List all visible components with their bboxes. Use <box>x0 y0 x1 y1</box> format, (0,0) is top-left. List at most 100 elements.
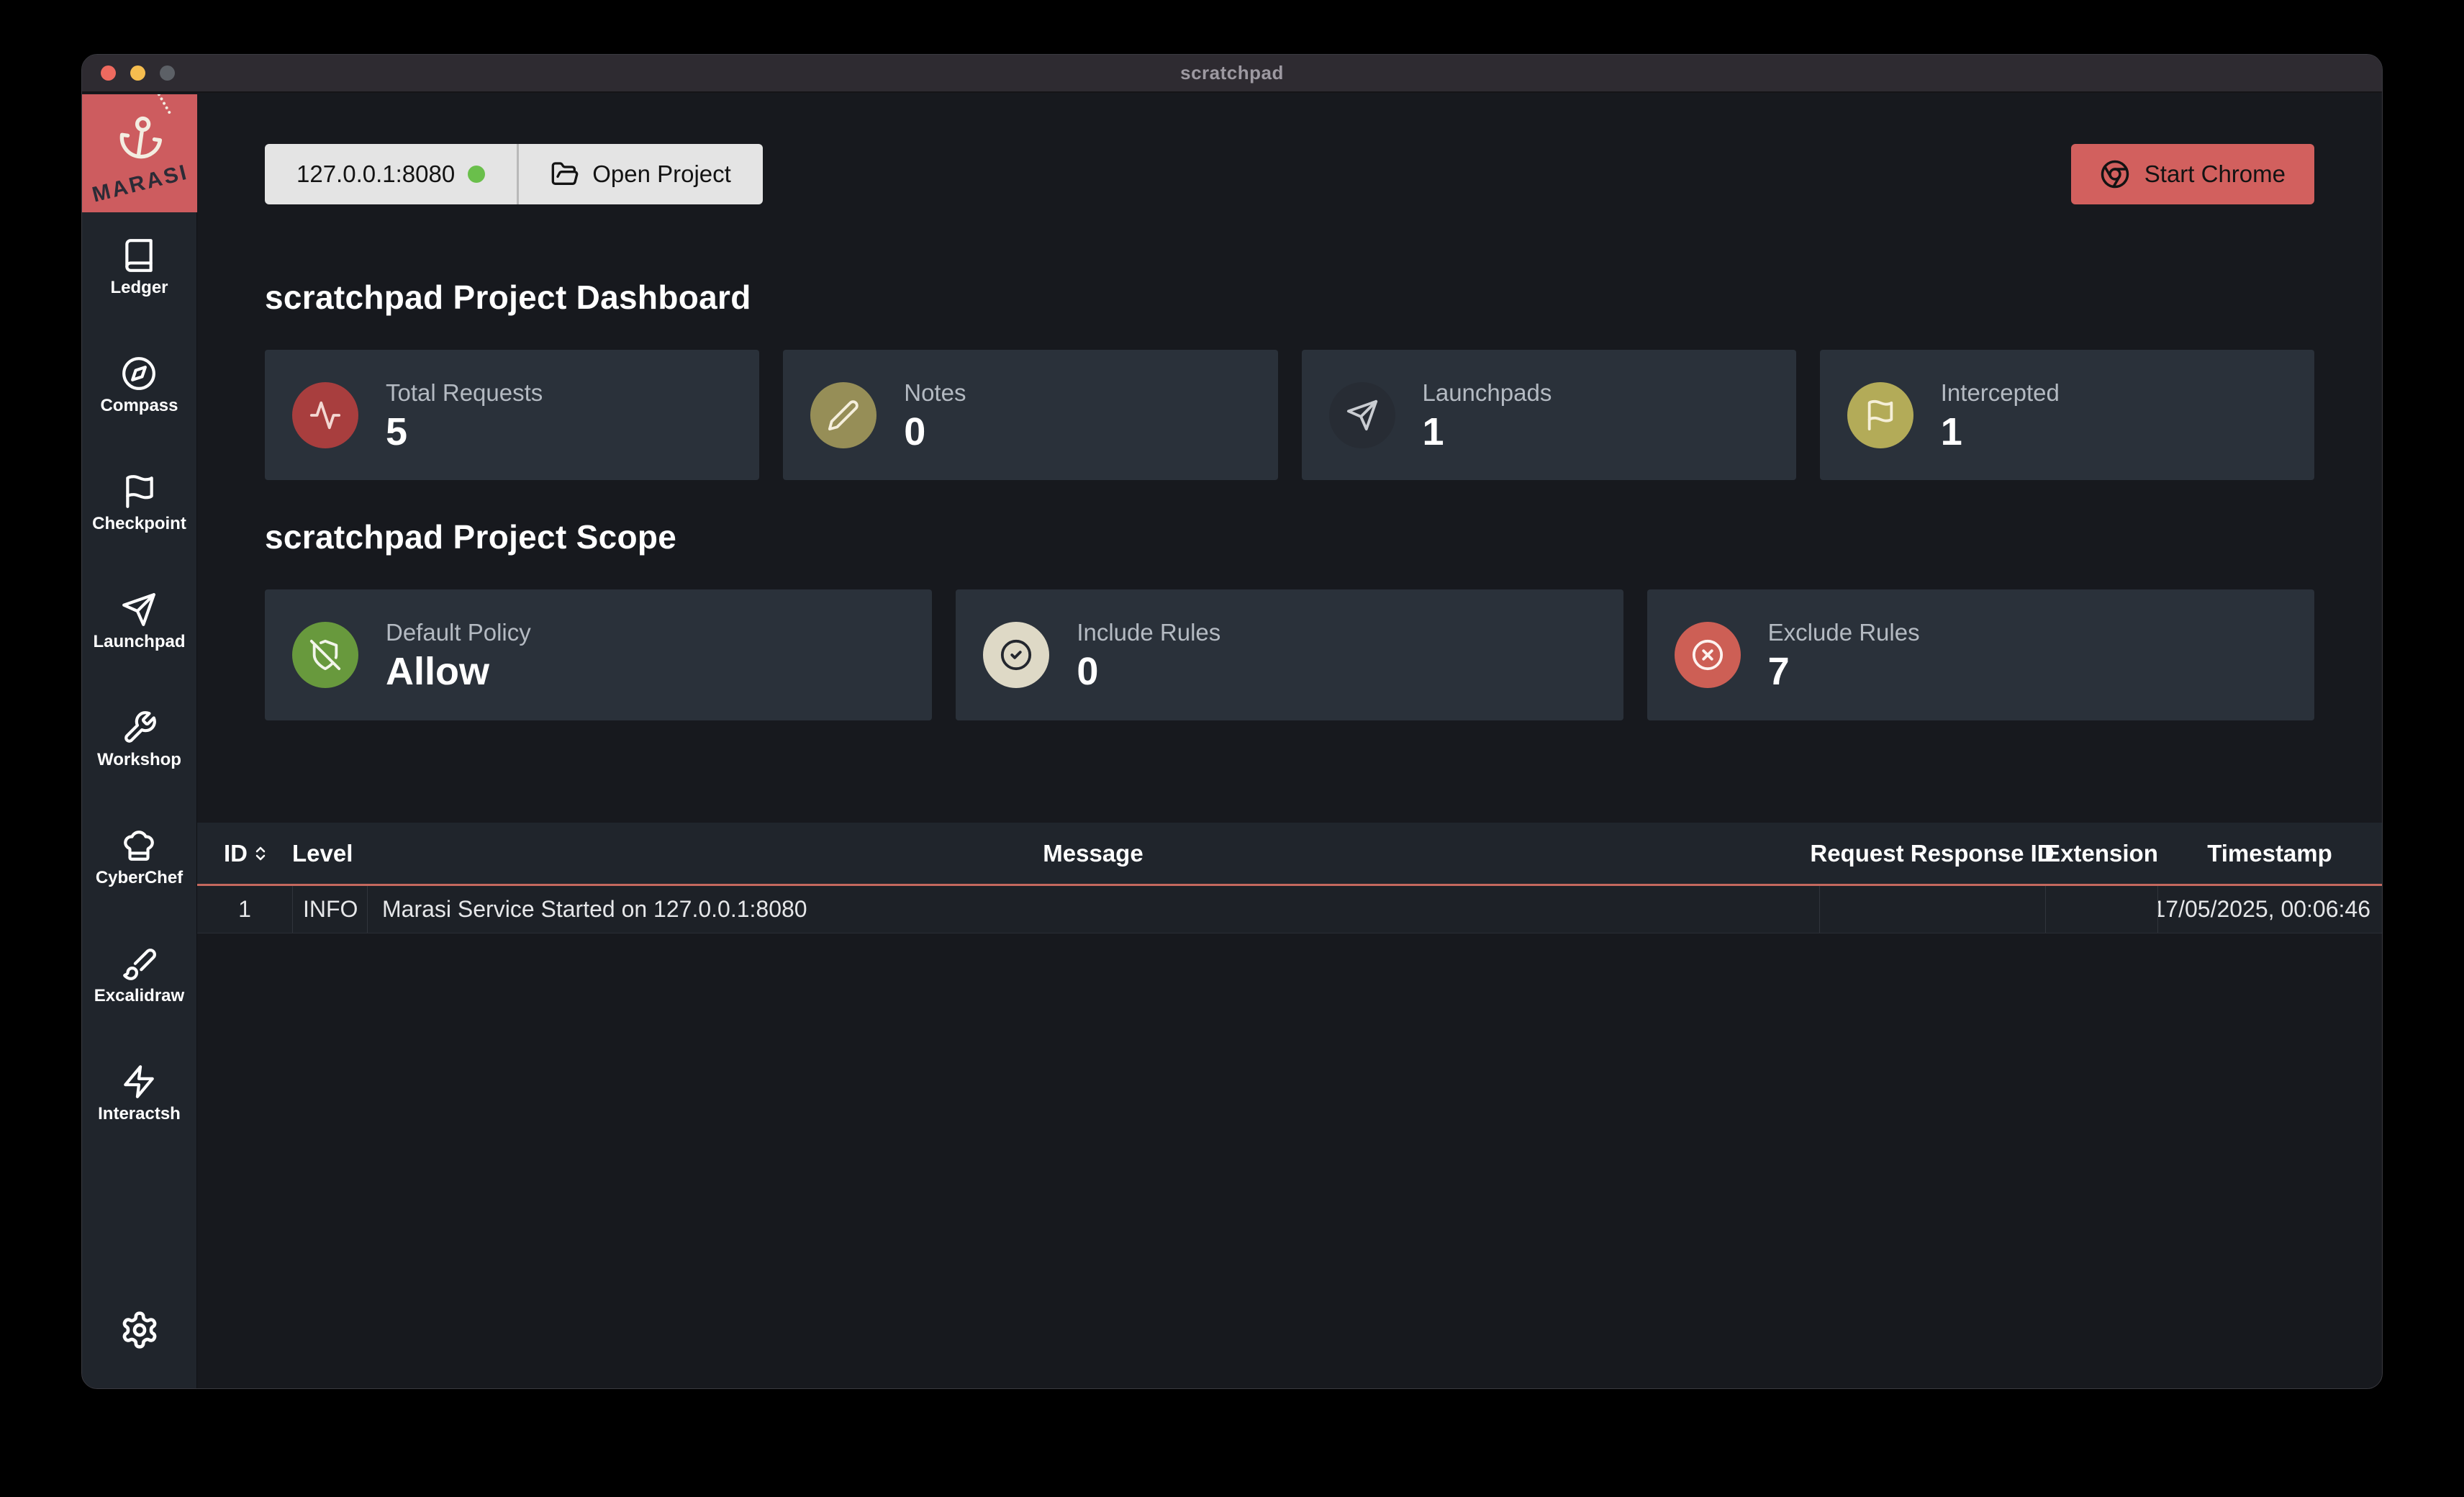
column-header-id[interactable]: ID <box>197 823 292 884</box>
status-dot <box>468 166 485 183</box>
sidebar-item-label: Launchpad <box>93 632 185 652</box>
stat-label: Include Rules <box>1077 619 1220 646</box>
paintbrush-icon <box>122 946 158 982</box>
cell-message: Marasi Service Started on 127.0.0.1:8080 <box>367 886 1819 933</box>
marasi-logo: MARASI <box>82 94 197 212</box>
stat-label: Default Policy <box>386 619 531 646</box>
circle-x-icon <box>1691 638 1724 671</box>
settings-button[interactable] <box>119 1310 160 1354</box>
stat-value: 0 <box>1077 652 1220 691</box>
stat-label: Exclude Rules <box>1768 619 1920 646</box>
sidebar-item-excalidraw[interactable]: Excalidraw <box>94 946 184 1006</box>
column-header-extension: Extension <box>2045 823 2157 884</box>
sidebar-item-ledger[interactable]: Ledger <box>110 238 168 298</box>
folder-open-icon <box>551 160 579 189</box>
cell-level: INFO <box>292 886 367 933</box>
stat-icon-circle <box>810 382 877 448</box>
sidebar-item-label: Excalidraw <box>94 986 184 1006</box>
sidebar-item-label: Compass <box>100 396 178 416</box>
stat-card-launchpads: Launchpads 1 <box>1302 350 1796 480</box>
minimize-button[interactable] <box>130 65 145 81</box>
sidebar-item-label: Ledger <box>110 278 168 298</box>
proxy-address-control: 127.0.0.1:8080 Open Project <box>265 144 763 204</box>
stat-label: Launchpads <box>1423 379 1552 407</box>
sidebar-item-label: CyberChef <box>96 868 183 888</box>
start-chrome-button[interactable]: Start Chrome <box>2071 144 2314 204</box>
dashboard-stats: Total Requests 5 Notes 0 <box>265 350 2314 480</box>
sidebar-item-checkpoint[interactable]: Checkpoint <box>92 474 186 534</box>
stat-label: Total Requests <box>386 379 543 407</box>
dashboard-title: scratchpad Project Dashboard <box>265 278 2314 317</box>
stat-value: 0 <box>904 412 966 451</box>
stat-label: Notes <box>904 379 966 407</box>
stat-value: Allow <box>386 652 531 691</box>
sidebar-item-interactsh[interactable]: Interactsh <box>98 1064 181 1124</box>
scope-stats: Default Policy Allow Include Rules 0 <box>265 589 2314 720</box>
stat-card-notes: Notes 0 <box>783 350 1277 480</box>
stat-icon-circle <box>1675 622 1741 688</box>
table-row[interactable]: 1 INFO Marasi Service Started on 127.0.0… <box>197 886 2382 933</box>
column-header-message: Message <box>367 823 1819 884</box>
sidebar-item-cyberchef[interactable]: CyberChef <box>96 828 183 888</box>
cell-request-response-id <box>1819 886 2045 933</box>
column-header-request-response-id: Request Response ID <box>1819 823 2045 884</box>
main-content: 127.0.0.1:8080 Open Project Start Chrome… <box>197 94 2382 1388</box>
sidebar-item-launchpad[interactable]: Launchpad <box>93 592 185 652</box>
open-project-label: Open Project <box>592 160 731 188</box>
stat-icon-circle <box>983 622 1049 688</box>
proxy-address-text: 127.0.0.1:8080 <box>296 160 455 188</box>
log-table: ID Level Message Request Response ID Ext… <box>197 823 2382 933</box>
gear-icon <box>119 1310 160 1350</box>
pencil-icon <box>827 399 860 432</box>
stat-label: Intercepted <box>1941 379 2060 407</box>
proxy-address[interactable]: 127.0.0.1:8080 <box>265 144 517 204</box>
anchor-icon <box>113 101 168 173</box>
shield-off-icon <box>309 638 342 671</box>
cell-extension <box>2045 886 2157 933</box>
start-chrome-label: Start Chrome <box>2144 160 2286 188</box>
book-icon <box>121 238 157 273</box>
compass-icon <box>121 356 157 392</box>
traffic-lights <box>101 55 175 91</box>
sort-icon <box>252 845 269 862</box>
open-project-button[interactable]: Open Project <box>519 144 763 204</box>
sidebar-item-compass[interactable]: Compass <box>100 356 178 416</box>
window-title: scratchpad <box>1180 62 1284 84</box>
topbar: 127.0.0.1:8080 Open Project Start Chrome <box>265 144 2314 204</box>
stat-icon-circle <box>1329 382 1395 448</box>
stat-icon-circle <box>1847 382 1913 448</box>
activity-icon <box>309 399 342 432</box>
stat-card-total-requests: Total Requests 5 <box>265 350 759 480</box>
wrench-icon <box>122 710 158 746</box>
stat-card-include-rules: Include Rules 0 <box>956 589 1623 720</box>
sidebar-item-workshop[interactable]: Workshop <box>97 710 181 770</box>
chef-hat-icon <box>121 828 157 864</box>
flag-icon <box>1864 399 1897 432</box>
lightning-icon <box>121 1064 157 1100</box>
flag-icon <box>122 474 158 510</box>
sidebar-nav: Ledger Compass Checkpoint Launchpad Work… <box>92 238 186 1124</box>
sidebar-item-label: Interactsh <box>98 1104 181 1124</box>
cell-id: 1 <box>197 886 292 933</box>
stat-card-exclude-rules: Exclude Rules 7 <box>1647 589 2314 720</box>
stat-value: 5 <box>386 412 543 451</box>
circle-check-icon <box>1000 638 1033 671</box>
stat-card-intercepted: Intercepted 1 <box>1820 350 2314 480</box>
stat-icon-circle <box>292 382 358 448</box>
paper-plane-icon <box>121 592 157 628</box>
sidebar: MARASI Ledger Compass Checkpoint Launchp… <box>82 94 197 1388</box>
stat-card-default-policy: Default Policy Allow <box>265 589 932 720</box>
titlebar: scratchpad <box>82 55 2382 93</box>
zoom-button[interactable] <box>160 65 175 81</box>
close-button[interactable] <box>101 65 116 81</box>
log-table-header: ID Level Message Request Response ID Ext… <box>197 823 2382 886</box>
sidebar-item-label: Workshop <box>97 750 181 770</box>
column-header-level: Level <box>292 823 367 884</box>
stat-value: 1 <box>1941 412 2060 451</box>
cell-timestamp: 17/05/2025, 00:06:46 <box>2157 886 2382 933</box>
paper-plane-icon <box>1346 399 1379 432</box>
sidebar-item-label: Checkpoint <box>92 514 186 534</box>
app-window: scratchpad MARASI Ledger Compass Checkpo… <box>81 54 2383 1389</box>
stat-icon-circle <box>292 622 358 688</box>
stat-value: 7 <box>1768 652 1920 691</box>
